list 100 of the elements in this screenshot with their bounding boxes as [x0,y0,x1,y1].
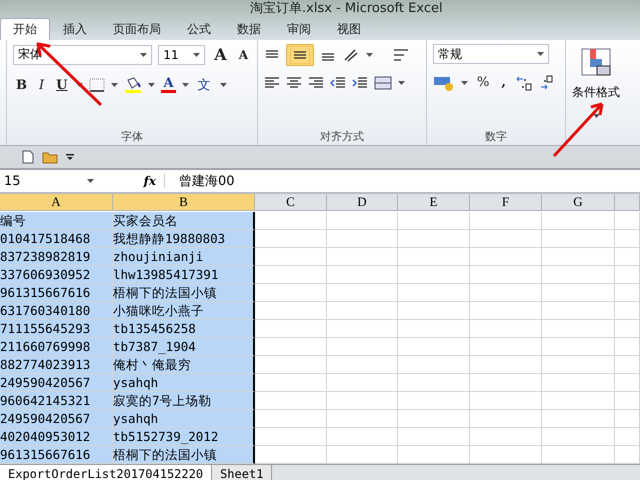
dropdown-arrow-icon[interactable] [592,114,600,118]
dropdown-arrow-icon[interactable] [220,83,227,87]
align-center-icon[interactable] [286,76,302,90]
wrap-text-icon[interactable] [393,48,409,62]
empty-cell [615,338,640,356]
decrease-indent-icon[interactable] [330,76,346,90]
dropdown-arrow-icon[interactable] [398,81,405,85]
align-right-icon[interactable] [308,76,324,90]
empty-cell [470,392,542,410]
dropdown-arrow-icon[interactable] [87,179,94,183]
increase-indent-icon[interactable] [352,76,368,90]
merge-cells-icon[interactable] [374,76,392,90]
empty-cell [470,212,542,230]
dropdown-arrow-icon[interactable] [193,52,200,56]
empty-cell [398,302,470,320]
customize-toolbar-icon[interactable] [66,153,74,161]
table-cell: 402040953012 [0,428,113,446]
percent-button[interactable]: % [474,74,492,91]
dropdown-arrow-icon[interactable] [461,80,468,84]
dropdown-arrow-icon[interactable] [140,52,148,56]
empty-cell [615,428,640,446]
dropdown-arrow-icon[interactable] [537,52,544,56]
empty-cell [398,374,470,392]
dropdown-arrow-icon[interactable] [148,83,156,87]
table-cell: 882774023913 [0,356,113,374]
borders-icon[interactable] [89,78,106,92]
sheet-tab[interactable]: Sheet1 [212,465,272,480]
conditional-format-label[interactable]: 条件格式 [572,84,620,101]
empty-cell [398,320,470,338]
table-cell: zhoujinianji [113,248,255,266]
group-label: 数字 [484,129,508,145]
folder-icon[interactable] [42,150,58,164]
increase-decimal-icon[interactable] [514,74,533,90]
empty-cell [470,356,542,374]
insert-function-button[interactable]: fx [98,174,165,188]
empty-cell [327,302,398,320]
dropdown-arrow-icon[interactable] [111,83,118,87]
orientation-icon[interactable] [342,48,360,62]
ribbon-tab[interactable]: 页面布局 [100,18,174,40]
column-header[interactable]: D [327,194,398,211]
comma-button[interactable]: , [498,74,509,91]
empty-cell [327,356,398,374]
table-cell: 711155645293 [0,320,113,338]
ribbon-tab[interactable]: 视图 [324,18,374,40]
underline-button[interactable]: U [53,76,70,94]
empty-cell [398,410,470,428]
column-header[interactable]: B [113,194,255,211]
font-color-button[interactable]: A [161,77,176,93]
number-format-dropdown[interactable]: 常规 [433,44,549,64]
ribbon-tab[interactable]: 数据 [224,18,274,40]
empty-cell [615,410,640,428]
formula-field[interactable]: 曾建海00 [165,172,235,190]
grow-font-button[interactable]: A [211,44,230,65]
new-document-icon[interactable] [22,150,34,164]
align-middle-icon[interactable] [286,44,314,66]
table-cell: 梧桐下的法国小镇 [113,446,255,464]
empty-cell [398,338,470,356]
table-cell: ysahqh [113,410,255,428]
empty-cell [615,374,640,392]
table-cell: 631760340180 [0,302,113,320]
empty-cell [398,284,470,302]
font-size-dropdown[interactable]: 11 [158,44,206,64]
column-header[interactable]: G [542,194,615,211]
empty-cell [327,284,398,302]
conditional-format-icon[interactable] [581,48,611,76]
ribbon-tab[interactable]: 审阅 [274,18,324,40]
empty-cell [615,320,640,338]
table-cell: 961315667616 [0,284,113,302]
empty-cell [327,266,398,284]
column-header[interactable]: C [255,194,327,211]
dropdown-arrow-icon[interactable] [182,83,189,87]
table-cell: 249590420567 [0,374,113,392]
table-cell: 961315667616 [0,446,113,464]
empty-cell [327,410,398,428]
italic-button[interactable]: I [36,76,48,94]
ribbon-tab[interactable]: 插入 [50,18,100,40]
dropdown-arrow-icon[interactable] [366,53,373,57]
align-left-icon[interactable] [264,76,280,90]
phonetic-button[interactable]: 文 [194,75,214,95]
name-box[interactable]: 15 [0,174,98,188]
ribbon-tab[interactable]: 公式 [174,18,224,40]
sheet-tab[interactable]: ExportOrderList201704152220 [0,465,212,480]
table-cell: 337606930952 [0,266,113,284]
shrink-font-button[interactable]: A [236,46,251,62]
empty-cell [615,356,640,374]
bold-button[interactable]: B [13,76,30,94]
empty-cell [615,266,640,284]
table-cell: 我想静静19880803 [113,230,255,248]
group-label: 对齐方式 [319,129,365,145]
empty-cell [615,302,640,320]
column-header[interactable]: E [398,194,470,211]
empty-cell [615,284,640,302]
empty-cell [327,338,398,356]
fill-color-icon[interactable] [124,77,142,93]
column-header[interactable]: F [470,194,542,211]
dropdown-arrow-icon[interactable] [76,83,84,87]
empty-cell [327,374,398,392]
currency-icon[interactable] [433,74,455,90]
column-header[interactable]: A [0,194,113,211]
ribbon-tab[interactable]: 开始 [0,18,50,40]
